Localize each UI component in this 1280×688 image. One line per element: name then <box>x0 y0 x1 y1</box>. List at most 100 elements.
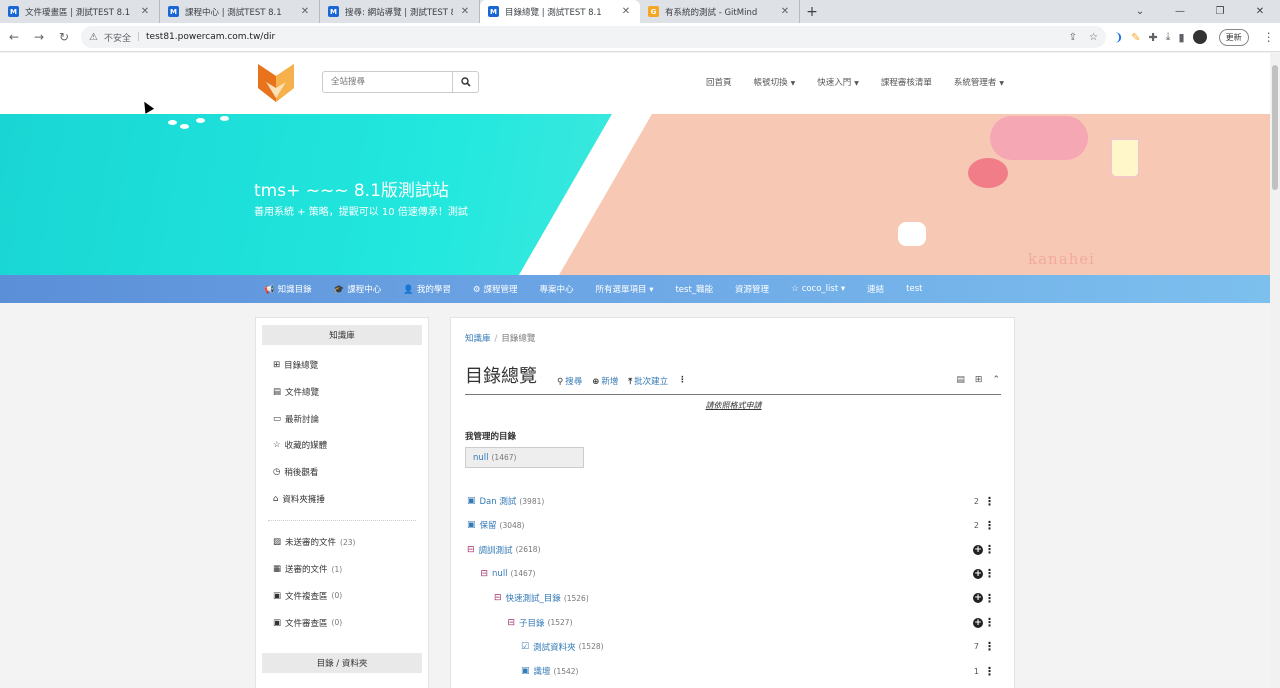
mainnav-item[interactable]: 專案中心 <box>539 283 573 295</box>
mainnav-item[interactable]: test_職能 <box>675 283 713 295</box>
minus-square-icon[interactable]: ⊟ <box>481 569 489 579</box>
page-scrollbar[interactable] <box>1270 53 1280 688</box>
browser-tab[interactable]: M 搜尋: 網站導覽 | 測試TEST 8.1 ✕ <box>320 0 480 23</box>
close-icon[interactable]: ✕ <box>299 6 311 17</box>
mainnav-item[interactable]: 👤 我的學習 <box>403 283 451 295</box>
action-2[interactable]: ⤒ 批次建立 <box>628 375 668 387</box>
more-kebab-icon[interactable]: ⋮ <box>984 665 995 678</box>
browser-tab[interactable]: M 目錄總覽 | 測試TEST 8.1 ✕ <box>480 0 640 23</box>
download-icon[interactable]: ⤓ <box>1166 30 1171 44</box>
tree-row[interactable]: ▣ 保留 (3048) 2 ⋮ <box>465 513 1001 537</box>
sidebar-item[interactable]: ▨ 未送審的文件 (23) <box>256 529 428 556</box>
topnav-item[interactable]: 系統管理者 ▼ <box>954 76 1004 88</box>
url-omnibox[interactable]: ⚠ 不安全 | test81.powercam.com.tw/dir ⇪ ☆ <box>81 26 1106 48</box>
share-icon[interactable]: ⇪ <box>1069 32 1077 43</box>
sidebar-item[interactable]: ▣ 文件複查區 (0) <box>256 583 428 610</box>
sidebar-item[interactable]: ☆ 收藏的媒體 <box>256 432 428 459</box>
sidebar-item[interactable]: ▦ 送審的文件 (1) <box>256 556 428 583</box>
tree-row[interactable]: ⊟ 快速測試_目錄 (1526) + ⋮ <box>465 586 1001 610</box>
tree-row[interactable]: ⊟ null (1467) + ⋮ <box>465 562 1001 586</box>
browser-tab[interactable]: G 有系統的測試 - GitMind ✕ <box>640 0 800 23</box>
collapse-up-icon[interactable]: ⌃ <box>992 375 1000 385</box>
more-kebab-icon[interactable]: ⋮ <box>984 495 995 508</box>
mainnav-item[interactable]: 所有選單項目 ▾ <box>595 283 653 295</box>
url-text[interactable]: test81.powercam.com.tw/dir <box>146 32 275 42</box>
sidepanel-icon[interactable]: ▮ <box>1179 31 1185 44</box>
close-icon[interactable]: ✕ <box>459 6 471 17</box>
more-kebab-icon[interactable]: ⋮ <box>984 616 995 629</box>
mainnav-item[interactable]: 資源管理 <box>735 283 769 295</box>
apply-format-link[interactable]: 請依照格式申請 <box>451 400 1016 411</box>
puzzle-icon[interactable]: ✚ <box>1148 31 1157 44</box>
scrollbar-thumb[interactable] <box>1272 65 1278 190</box>
mainnav-item[interactable]: 📢 知識目錄 <box>264 283 312 295</box>
more-kebab-icon[interactable]: ⋮ <box>678 375 687 387</box>
reload-button[interactable]: ↻ <box>53 26 75 48</box>
topnav-item[interactable]: 回首頁 <box>706 76 732 88</box>
mainnav-item[interactable]: ⚙ 課程管理 <box>473 283 518 295</box>
close-window-button[interactable]: ✕ <box>1240 0 1280 23</box>
minus-square-icon[interactable]: ⊟ <box>467 545 475 555</box>
new-tab-button[interactable]: + <box>800 0 824 23</box>
back-button[interactable]: ← <box>3 26 25 48</box>
sidebar-item[interactable]: ▭ 最新討論 <box>256 405 428 432</box>
more-kebab-icon[interactable]: ⋮ <box>984 567 995 580</box>
add-circle-icon[interactable]: + <box>973 593 983 604</box>
sitemap-view-icon[interactable]: ⊞ <box>975 375 983 385</box>
mainnav-item[interactable]: ☆ coco_list ▾ <box>791 284 845 294</box>
tree-row[interactable]: ⊟ 子目錄 (1527) + ⋮ <box>465 611 1001 635</box>
more-kebab-icon[interactable]: ⋮ <box>984 592 995 605</box>
minimize-button[interactable]: — <box>1160 0 1200 23</box>
sidebar-item[interactable]: ⌂ 資料夾擁捶 <box>256 485 428 512</box>
topnav-item[interactable]: 快速入門 ▼ <box>817 76 859 88</box>
fox-logo-icon[interactable] <box>254 58 299 103</box>
minus-square-icon[interactable]: ⊟ <box>508 618 516 628</box>
restore-button[interactable]: ❐ <box>1200 0 1240 23</box>
folder-icon[interactable]: ▣ <box>467 496 476 506</box>
check-folder-icon[interactable]: ☑ <box>521 642 529 652</box>
close-icon[interactable]: ✕ <box>620 6 632 17</box>
managed-dir-item[interactable]: null (1467) <box>465 447 584 468</box>
extension-icon[interactable]: ❩ <box>1114 31 1123 44</box>
sidebar-item[interactable]: ◷ 稍後觀看 <box>256 459 428 486</box>
mainnav-item[interactable]: 連結 <box>867 283 884 295</box>
menu-kebab-icon[interactable]: ⋮ <box>1263 30 1275 44</box>
warning-icon[interactable]: ⚠ <box>89 32 98 43</box>
update-button[interactable]: 更新 <box>1218 28 1249 46</box>
sidebar-item[interactable]: ▤ 文件總覽 <box>256 379 428 406</box>
tree-row[interactable]: ▣ Dan 測試 (3981) 2 ⋮ <box>465 489 1001 513</box>
close-icon[interactable]: ✕ <box>139 6 151 17</box>
search-button[interactable] <box>453 71 479 93</box>
forward-button[interactable]: → <box>28 26 50 48</box>
close-icon[interactable]: ✕ <box>779 6 791 17</box>
mainnav-item[interactable]: test <box>906 284 922 294</box>
tree-row[interactable]: ⊟ 調訓測試 (2618) + ⋮ <box>465 538 1001 562</box>
action-1[interactable]: ⊕ 新增 <box>592 375 618 387</box>
avatar[interactable] <box>1192 30 1207 44</box>
mainnav-item[interactable]: 🎓 課程中心 <box>334 283 382 295</box>
minus-square-icon[interactable]: ⊟ <box>494 593 502 603</box>
extension-icon[interactable]: ✎ <box>1131 31 1140 44</box>
tree-row[interactable]: ☑ 測試資料夾 (1528) 7 ⋮ <box>465 635 1001 659</box>
breadcrumb-link[interactable]: 知識庫 <box>465 334 491 344</box>
sidebar-item[interactable]: ⊞ 目錄總覽 <box>256 352 428 379</box>
sidebar-item[interactable]: ▣ 文件審查區 (0) <box>256 609 428 636</box>
browser-tab[interactable]: M 文件璦畫區 | 測試TEST 8.1 ✕ <box>0 0 160 23</box>
browser-tab[interactable]: M 課程中心 | 測試TEST 8.1 ✕ <box>160 0 320 23</box>
search-input[interactable] <box>322 71 453 93</box>
more-kebab-icon[interactable]: ⋮ <box>984 519 995 532</box>
tree-row[interactable]: ▣ 識壇 (1542) 1 ⋮ <box>465 659 1001 683</box>
chevron-down-icon[interactable]: ⌄ <box>1120 0 1160 23</box>
add-circle-icon[interactable]: + <box>973 568 983 579</box>
more-kebab-icon[interactable]: ⋮ <box>984 640 995 653</box>
document-view-icon[interactable]: ▤ <box>956 375 965 385</box>
folder-icon[interactable]: ▣ <box>521 666 530 676</box>
bookmark-star-icon[interactable]: ☆ <box>1089 32 1098 43</box>
add-circle-icon[interactable]: + <box>973 544 983 555</box>
topnav-item[interactable]: 帳號切換 ▼ <box>754 76 796 88</box>
topnav-item[interactable]: 課程審核清單 <box>881 76 932 88</box>
more-kebab-icon[interactable]: ⋮ <box>984 543 995 556</box>
add-circle-icon[interactable]: + <box>973 617 983 628</box>
folder-icon[interactable]: ▣ <box>467 520 476 530</box>
action-0[interactable]: ⚲ 搜尋 <box>557 375 582 387</box>
